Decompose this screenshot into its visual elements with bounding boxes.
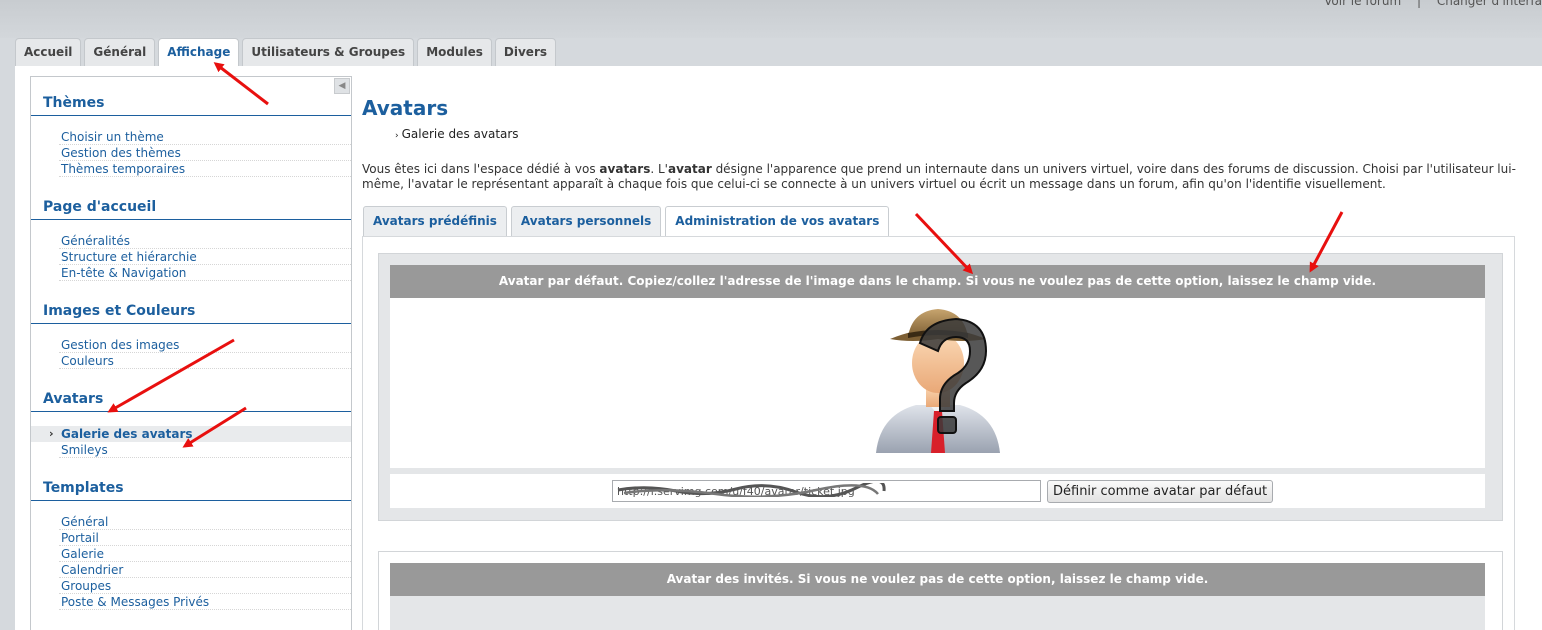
- breadcrumb-link[interactable]: Galerie des avatars: [402, 127, 519, 141]
- sidebar-item-tpl-galerie[interactable]: Galerie: [59, 546, 351, 562]
- breadcrumb: › Galerie des avatars: [395, 127, 519, 141]
- chevron-right-icon: ›: [395, 131, 399, 141]
- sidebar-item-choisir-theme[interactable]: Choisir un thème: [59, 129, 351, 145]
- sidebar-item-label: Galerie des avatars: [61, 427, 193, 441]
- sidebar-item-generalites[interactable]: Généralités: [59, 233, 351, 249]
- tab-administration-avatars[interactable]: Administration de vos avatars: [665, 206, 890, 238]
- sidebar-item-tpl-general[interactable]: Général: [59, 514, 351, 530]
- intro-part: . L': [650, 162, 668, 176]
- sidebar-section-images-couleurs: Images et Couleurs Gestion des images Co…: [31, 281, 351, 369]
- chevron-right-icon: ›: [49, 427, 54, 440]
- sidebar-heading: Avatars: [31, 391, 351, 412]
- unknown-user-avatar-icon: [868, 303, 1008, 453]
- sidebar-item-structure-hierarchie[interactable]: Structure et hiérarchie: [59, 249, 351, 265]
- sidebar-item-galerie-avatars[interactable]: › Galerie des avatars: [31, 426, 351, 442]
- sidebar-item-tpl-calendrier[interactable]: Calendrier: [59, 562, 351, 578]
- sidebar-list: Gestion des images Couleurs: [31, 324, 351, 369]
- tab-modules[interactable]: Modules: [417, 38, 492, 66]
- sidebar-list: › Galerie des avatars Smileys: [31, 412, 351, 458]
- default-avatar-preview: [390, 298, 1485, 468]
- sidebar-list: Général Portail Galerie Calendrier Group…: [31, 501, 351, 610]
- change-interface-link[interactable]: Changer d'interfa: [1437, 0, 1542, 8]
- tab-general[interactable]: Général: [84, 38, 156, 66]
- tab-divers[interactable]: Divers: [494, 38, 557, 66]
- set-default-avatar-button[interactable]: Définir comme avatar par défaut: [1047, 480, 1274, 503]
- intro-text: Vous êtes ici dans l'espace dédié à vos …: [362, 162, 1522, 192]
- sidebar-list: Choisir un thème Gestion des thèmes Thèm…: [31, 116, 351, 177]
- sidebar-section-page-accueil: Page d'accueil Généralités Structure et …: [31, 177, 351, 281]
- guest-avatar-body: [390, 596, 1485, 630]
- sidebar-section-avatars: Avatars › Galerie des avatars Smileys: [31, 369, 351, 458]
- collapse-sidebar-icon[interactable]: ◀: [334, 78, 350, 94]
- tab-avatars-personnels[interactable]: Avatars personnels: [510, 206, 662, 237]
- default-avatar-form: Définir comme avatar par défaut: [390, 474, 1485, 508]
- sub-tabs: Avatars prédéfinis Avatars personnels Ad…: [363, 206, 893, 238]
- sidebar-heading: Thèmes: [31, 95, 351, 116]
- main-tabs: Accueil Général Affichage Utilisateurs &…: [15, 38, 559, 67]
- sidebar-heading: Images et Couleurs: [31, 303, 351, 324]
- intro-bold: avatars: [599, 162, 651, 176]
- sidebar-item-smileys[interactable]: Smileys: [59, 442, 351, 458]
- sidebar-section-themes: Thèmes Choisir un thème Gestion des thèm…: [31, 77, 351, 177]
- sidebar-section-templates: Templates Général Portail Galerie Calend…: [31, 458, 351, 610]
- sidebar-list: Généralités Structure et hiérarchie En-t…: [31, 220, 351, 281]
- sidebar: ◀ Thèmes Choisir un thème Gestion des th…: [30, 76, 352, 630]
- guest-avatar-block: Avatar des invités. Si vous ne voulez pa…: [378, 551, 1503, 630]
- sidebar-item-gestion-images[interactable]: Gestion des images: [59, 337, 351, 353]
- top-links: Voir le forum | Changer d'interfa: [1324, 0, 1542, 8]
- sidebar-heading: Page d'accueil: [31, 199, 351, 220]
- tab-avatars-predefinis[interactable]: Avatars prédéfinis: [363, 206, 507, 237]
- sidebar-item-tpl-groupes[interactable]: Groupes: [59, 578, 351, 594]
- sidebar-item-couleurs[interactable]: Couleurs: [59, 353, 351, 369]
- content-panel: ◀ Thèmes Choisir un thème Gestion des th…: [15, 66, 1542, 630]
- sidebar-heading: Templates: [31, 480, 351, 501]
- sidebar-item-tpl-poste-messages[interactable]: Poste & Messages Privés: [59, 594, 351, 610]
- default-avatar-block: Avatar par défaut. Copiez/collez l'adres…: [378, 253, 1503, 521]
- sidebar-item-themes-temporaires[interactable]: Thèmes temporaires: [59, 161, 351, 177]
- page-title: Avatars: [362, 96, 449, 120]
- admin-panel: Avatar par défaut. Copiez/collez l'adres…: [362, 236, 1515, 630]
- top-bar: Voir le forum | Changer d'interfa: [0, 0, 1542, 38]
- sidebar-item-tpl-portail[interactable]: Portail: [59, 530, 351, 546]
- guest-avatar-header: Avatar des invités. Si vous ne voulez pa…: [390, 563, 1485, 596]
- sidebar-item-gestion-themes[interactable]: Gestion des thèmes: [59, 145, 351, 161]
- tab-accueil[interactable]: Accueil: [15, 38, 82, 66]
- top-links-separator: |: [1416, 0, 1422, 8]
- tab-utilisateurs-groupes[interactable]: Utilisateurs & Groupes: [242, 38, 415, 66]
- view-forum-link[interactable]: Voir le forum: [1324, 0, 1401, 8]
- intro-bold: avatar: [667, 162, 712, 176]
- tab-affichage[interactable]: Affichage: [158, 38, 240, 67]
- intro-part: Vous êtes ici dans l'espace dédié à vos: [362, 162, 600, 176]
- default-avatar-header: Avatar par défaut. Copiez/collez l'adres…: [390, 265, 1485, 298]
- sidebar-item-entete-navigation[interactable]: En-tête & Navigation: [59, 265, 351, 281]
- avatar-url-input[interactable]: [612, 480, 1041, 502]
